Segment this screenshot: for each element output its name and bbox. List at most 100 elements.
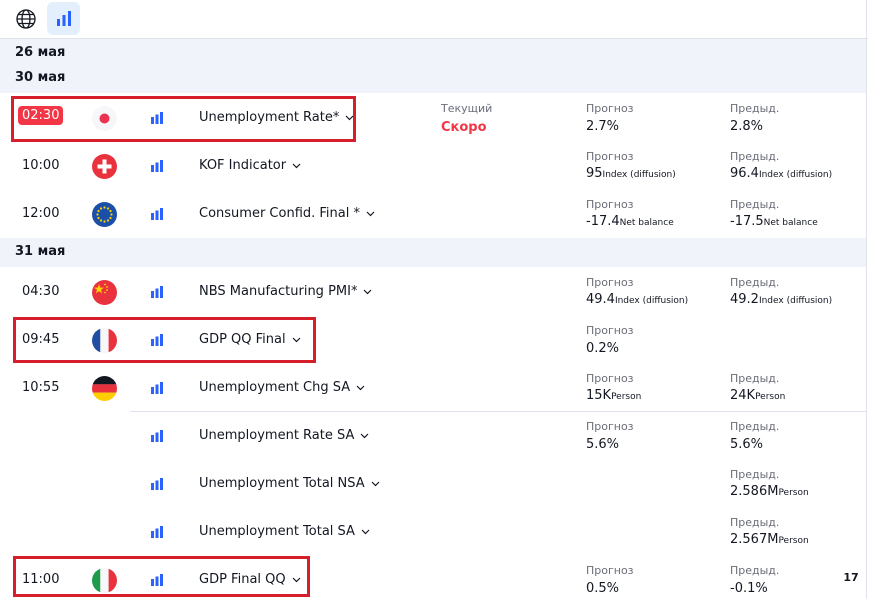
date-header-group: 31 мая (0, 238, 866, 267)
previous-label: Предыд. (730, 420, 780, 433)
forecast-label: Прогноз (586, 372, 634, 385)
previous-label: Предыд. (730, 468, 780, 481)
forecast-label: Прогноз (586, 564, 634, 577)
event-row[interactable]: Unemployment Total SA Предыд. 2.567MPers… (130, 508, 866, 557)
previous-value: 96.4Index (diffusion) (730, 166, 833, 181)
event-name[interactable]: NBS Manufacturing PMI* (199, 284, 372, 299)
forecast-value: 2.7% (586, 119, 620, 134)
chevron-down-icon (292, 577, 301, 582)
chevron-down-icon (292, 163, 301, 168)
chevron-down-icon (356, 385, 365, 390)
importance-bars-icon (151, 334, 163, 346)
event-time: 04:30 (22, 284, 60, 299)
forecast-label: Прогноз (586, 198, 634, 211)
previous-value: 2.567MPerson (730, 532, 809, 547)
previous-value: 24KPerson (730, 388, 786, 403)
globe-button[interactable] (9, 2, 42, 35)
event-time-badge: 02:30 (18, 106, 64, 125)
event-name[interactable]: GDP Final QQ (199, 572, 301, 587)
importance-bars-icon (151, 526, 163, 538)
previous-label: Предыд. (730, 516, 780, 529)
date-header: 31 мая (15, 244, 66, 259)
event-time: 09:45 (22, 332, 60, 347)
tradingview-logo-icon[interactable]: 17 (838, 567, 864, 587)
previous-label: Предыд. (730, 102, 780, 115)
forecast-label: Прогноз (586, 324, 634, 337)
chevron-down-icon (360, 433, 369, 438)
event-name[interactable]: Unemployment Total NSA (199, 476, 380, 491)
previous-value: 49.2Index (diffusion) (730, 292, 833, 307)
switzerland-flag-icon (92, 154, 117, 179)
event-row[interactable]: 12:00 Consumer Confid. Final * Прогноз -… (0, 190, 866, 239)
previous-label: Предыд. (730, 372, 780, 385)
importance-bars-icon (151, 208, 163, 220)
chevron-down-icon (371, 481, 380, 486)
event-time: 10:00 (22, 158, 60, 173)
event-row[interactable]: 10:55 Unemployment Chg SA Прогноз 15KPer… (0, 364, 866, 412)
previous-value: 2.586MPerson (730, 484, 809, 499)
importance-filter-button[interactable] (47, 2, 80, 35)
france-flag-icon (92, 328, 117, 353)
event-row[interactable]: 02:30 Unemployment Rate* Текущий Скоро П… (0, 94, 866, 143)
chevron-down-icon (364, 289, 372, 294)
event-row[interactable]: Unemployment Rate SA Прогноз 5.6% Предыд… (130, 412, 866, 461)
event-name[interactable]: Unemployment Chg SA (199, 380, 365, 395)
forecast-value: -17.4Net balance (586, 214, 674, 229)
germany-flag-icon (92, 376, 117, 401)
status-soon: Скоро (441, 120, 487, 135)
toolbar (0, 0, 868, 39)
chevron-down-icon (361, 529, 370, 534)
event-row[interactable]: 11:00 GDP Final QQ Прогноз 0.5% Предыд. … (0, 556, 866, 604)
previous-value: 2.8% (730, 119, 764, 134)
chevron-down-icon (292, 337, 301, 342)
importance-bars-icon (151, 478, 163, 490)
importance-bars-icon (151, 160, 163, 172)
event-name[interactable]: Consumer Confid. Final * (199, 206, 375, 221)
event-name[interactable]: Unemployment Rate* (199, 110, 354, 125)
forecast-value: 95Index (diffusion) (586, 166, 676, 181)
forecast-label: Прогноз (586, 420, 634, 433)
forecast-value: 0.2% (586, 341, 620, 356)
event-name[interactable]: KOF Indicator (199, 158, 301, 173)
bar-chart-icon (56, 10, 71, 26)
event-row[interactable]: 04:30 NBS Manufacturing PMI* Прогноз 49.… (0, 268, 866, 317)
forecast-label: Прогноз (586, 102, 634, 115)
event-name[interactable]: Unemployment Rate SA (199, 428, 369, 443)
event-name[interactable]: Unemployment Total SA (199, 524, 370, 539)
event-time: 11:00 (22, 572, 60, 587)
date-header-group: 26 мая 30 мая (0, 39, 866, 93)
event-row[interactable]: 10:00 KOF Indicator Прогноз 95Index (dif… (0, 142, 866, 191)
chevron-down-icon (366, 211, 375, 216)
previous-value: -0.1% (730, 581, 768, 596)
eu-flag-icon (92, 202, 117, 227)
italy-flag-icon (92, 568, 117, 593)
event-row[interactable]: 09:45 GDP QQ Final Прогноз 0.2% (0, 316, 866, 365)
chevron-down-icon (345, 115, 354, 120)
previous-value: 5.6% (730, 437, 764, 452)
importance-bars-icon (151, 574, 163, 586)
forecast-value: 49.4Index (diffusion) (586, 292, 689, 307)
event-time: 10:55 (22, 380, 60, 395)
previous-value: -17.5Net balance (730, 214, 818, 229)
forecast-label: Прогноз (586, 276, 634, 289)
previous-label: Предыд. (730, 150, 780, 163)
china-flag-icon (92, 280, 117, 305)
event-row[interactable]: Unemployment Total NSA Предыд. 2.586MPer… (130, 460, 866, 509)
importance-bars-icon (151, 112, 163, 124)
previous-label: Предыд. (730, 198, 780, 211)
event-name[interactable]: GDP QQ Final (199, 332, 301, 347)
japan-flag-icon (92, 106, 117, 131)
forecast-value: 5.6% (586, 437, 620, 452)
importance-bars-icon (151, 286, 163, 298)
actual-label: Текущий (441, 102, 493, 115)
forecast-label: Прогноз (586, 150, 634, 163)
importance-bars-icon (151, 430, 163, 442)
forecast-value: 15KPerson (586, 388, 642, 403)
date-header: 30 мая (15, 70, 66, 85)
previous-label: Предыд. (730, 276, 780, 289)
previous-label: Предыд. (730, 564, 780, 577)
importance-bars-icon (151, 382, 163, 394)
panel-border (866, 0, 867, 599)
event-time: 12:00 (22, 206, 60, 221)
forecast-value: 0.5% (586, 581, 620, 596)
